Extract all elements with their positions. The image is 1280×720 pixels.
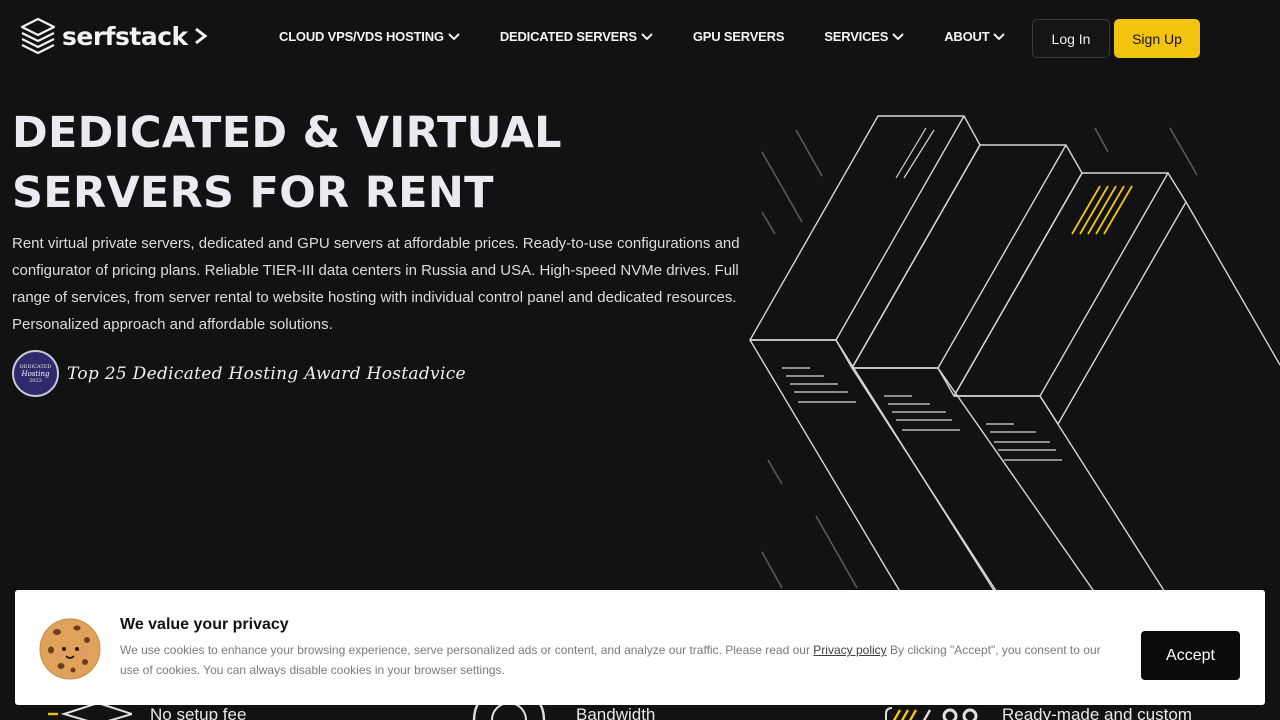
logo-text: serfstack	[62, 21, 188, 51]
stack-logo-icon	[20, 17, 56, 55]
chevron-down-icon	[641, 32, 653, 40]
nav-item-label: CLOUD VPS/VDS HOSTING	[279, 29, 444, 44]
cookie-banner: We value your privacy We use cookies to …	[15, 590, 1265, 705]
nav-item-gpu-servers[interactable]: GPU SERVERS	[692, 29, 785, 44]
cookie-title: We value your privacy	[120, 616, 289, 633]
nav-item-cloud-vps[interactable]: CLOUD VPS/VDS HOSTING	[279, 29, 460, 44]
chevron-right-icon	[194, 27, 208, 45]
hero-description: Rent virtual private servers, dedicated …	[12, 235, 740, 333]
cookie-icon	[39, 618, 101, 680]
nav-item-label: SERVICES	[824, 29, 889, 44]
nav-item-label: ABOUT	[944, 29, 990, 44]
award-badge-icon: DEDICATED Hosting 2023	[12, 350, 59, 397]
main-nav: CLOUD VPS/VDS HOSTING DEDICATED SERVERS …	[279, 29, 1045, 44]
nav-item-dedicated-servers[interactable]: DEDICATED SERVERS	[500, 29, 653, 44]
logo[interactable]: serfstack	[20, 16, 208, 56]
nav-item-about[interactable]: ABOUT	[944, 29, 1006, 44]
servers-illustration	[749, 115, 1280, 600]
hero-title: DEDICATED & VIRTUAL SERVERS FOR RENT	[12, 108, 562, 218]
nav-item-label: DEDICATED SERVERS	[499, 29, 637, 44]
feature-label: Bandwidth	[576, 705, 656, 720]
feature-label: Ready-made and custom	[1002, 705, 1192, 720]
privacy-policy-link[interactable]: Privacy policy	[813, 643, 886, 657]
feature-label: No setup fee	[150, 705, 247, 720]
award: DEDICATED Hosting 2023 Top 25 Dedicated …	[12, 350, 466, 397]
nav-item-label: GPU SERVERS	[692, 29, 785, 44]
chevron-down-icon	[993, 32, 1006, 40]
award-badge-year: 2023	[29, 377, 42, 384]
chevron-down-icon	[892, 32, 904, 40]
signup-button[interactable]: Sign Up	[1114, 19, 1200, 58]
award-text: Top 25 Dedicated Hosting Award Hostadvic…	[67, 363, 466, 384]
cookie-text: We use cookies to enhance your browsing …	[120, 640, 1120, 680]
login-button[interactable]: Log In	[1032, 19, 1110, 58]
award-badge-line2: Hosting	[21, 369, 50, 378]
chevron-down-icon	[448, 32, 460, 40]
site-header: serfstack CLOUD VPS/VDS HOSTING DEDICATE…	[0, 0, 1280, 78]
cookie-text-before: We use cookies to enhance your browsing …	[120, 643, 814, 657]
nav-item-services[interactable]: SERVICES	[824, 29, 904, 44]
accept-button[interactable]: Accept	[1141, 631, 1240, 680]
